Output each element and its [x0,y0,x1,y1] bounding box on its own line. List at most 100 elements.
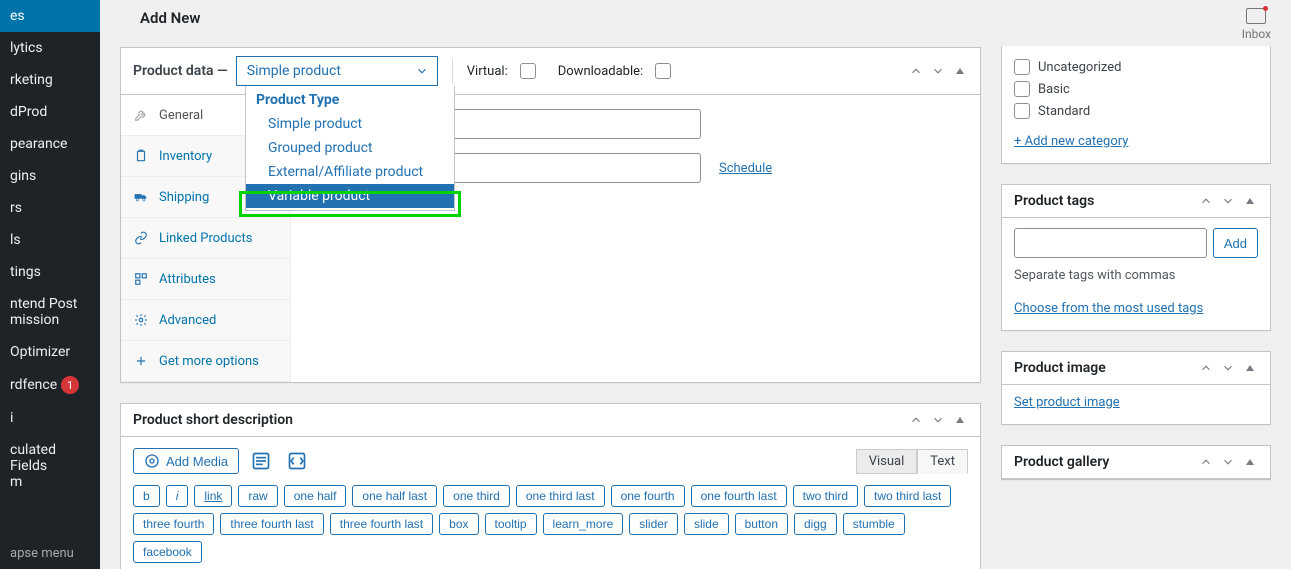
shortcode-icon-button[interactable] [283,447,311,475]
visual-tab[interactable]: Visual [856,449,918,474]
qt-onethird[interactable]: one third [443,485,510,507]
dropdown-option-external[interactable]: External/Affiliate product [246,160,454,184]
toggle-triangle-icon[interactable] [952,412,968,428]
qt-box[interactable]: box [439,513,478,535]
toggle-triangle-icon[interactable] [1242,360,1258,376]
virtual-checkbox[interactable] [520,63,536,79]
dropdown-option-simple[interactable]: Simple product [246,112,454,136]
chevron-down-icon[interactable] [930,63,946,79]
dropdown-option-grouped[interactable]: Grouped product [246,136,454,160]
qt-onethirdlast[interactable]: one third last [516,485,605,507]
product-tags-panel: Product tags Add Separate tags with comm… [1001,184,1271,331]
schedule-link[interactable]: Schedule [719,161,772,176]
inbox-button[interactable]: Inbox [1242,8,1271,41]
qt-tooltip[interactable]: tooltip [485,513,537,535]
set-product-image-link[interactable]: Set product image [1014,395,1120,410]
product-type-select[interactable]: Simple product [236,56,438,86]
sidebar-item[interactable]: i [0,402,100,434]
add-tag-button[interactable]: Add [1213,228,1258,258]
sidebar-item[interactable]: ls [0,224,100,256]
qt-onehalf[interactable]: one half [284,485,347,507]
badge-count: 1 [61,376,79,394]
tab-linked[interactable]: Linked Products [121,218,290,259]
qt-button[interactable]: button [735,513,788,535]
toggle-triangle-icon[interactable] [1242,454,1258,470]
sidebar-item[interactable]: ntend Post mission [0,288,100,336]
qt-threefourth[interactable]: three fourth [133,513,214,535]
product-type-dropdown: Product Type Simple product Grouped prod… [245,86,455,211]
sidebar-item[interactable]: lytics [0,32,100,64]
text-tab[interactable]: Text [917,449,968,474]
downloadable-checkbox[interactable] [655,63,671,79]
short-description-panel: Product short description Add Media [120,403,981,569]
downloadable-label: Downloadable: [558,64,643,79]
qt-onefourthlast[interactable]: one fourth last [691,485,787,507]
product-image-panel: Product image Set product image [1001,351,1271,425]
qt-onehalflast[interactable]: one half last [352,485,437,507]
chevron-down-icon[interactable] [930,412,946,428]
sidebar-item[interactable]: gins [0,160,100,192]
qt-onefourth[interactable]: one fourth [611,485,685,507]
admin-sidebar: es lytics rketing dProd pearance gins rs… [0,0,100,569]
qt-twothird[interactable]: two third [793,485,858,507]
tab-more-options[interactable]: Get more options [121,341,290,382]
qt-digg[interactable]: digg [794,513,837,535]
tab-advanced[interactable]: Advanced [121,300,290,341]
cat-check-basic[interactable] [1014,81,1030,97]
qt-learnmore[interactable]: learn_more [543,513,624,535]
product-data-label: Product data — [133,63,228,79]
collapse-menu[interactable]: apse menu [0,538,100,569]
inbox-label: Inbox [1242,27,1271,41]
qt-threefourthlast[interactable]: three fourth last [220,513,323,535]
sidebar-item[interactable]: rketing [0,64,100,96]
chevron-up-icon[interactable] [908,412,924,428]
dropdown-option-variable[interactable]: Variable product [246,184,454,208]
virtual-label: Virtual: [467,64,508,79]
product-gallery-panel: Product gallery [1001,445,1271,480]
sidebar-item[interactable]: culated Fields m [0,434,100,498]
add-media-button[interactable]: Add Media [133,448,239,474]
chevron-up-icon[interactable] [1198,454,1214,470]
wpforms-icon-button[interactable] [247,447,275,475]
qt-i[interactable]: i [166,485,189,507]
chevron-up-icon[interactable] [1198,193,1214,209]
qt-raw[interactable]: raw [238,485,277,507]
plus-icon [133,353,149,369]
dropdown-group-label: Product Type [246,86,454,112]
clipboard-icon [133,148,149,164]
choose-tags-link[interactable]: Choose from the most used tags [1014,301,1203,316]
sidebar-item[interactable]: dProd [0,96,100,128]
add-new-category-link[interactable]: + Add new category [1014,134,1128,149]
sidebar-item[interactable]: tings [0,256,100,288]
tab-attributes[interactable]: Attributes [121,259,290,300]
sidebar-item[interactable]: rs [0,192,100,224]
sidebar-item[interactable]: es [0,0,100,32]
sidebar-item[interactable]: rdfence1 [0,368,100,402]
sidebar-item[interactable]: Optimizer [0,336,100,368]
qt-link[interactable]: link [194,485,232,507]
sidebar-item[interactable]: pearance [0,128,100,160]
toggle-triangle-icon[interactable] [1242,193,1258,209]
chevron-up-icon[interactable] [1198,360,1214,376]
qt-twothirdlast[interactable]: two third last [864,485,951,507]
qt-slide[interactable]: slide [684,513,729,535]
chevron-down-icon[interactable] [1220,193,1236,209]
main-content: Add New Inbox Product data — Simple prod… [100,0,1291,569]
toggle-triangle-icon[interactable] [952,63,968,79]
gear-icon [133,312,149,328]
chevron-down-icon [415,64,429,78]
attributes-icon [133,271,149,287]
quicktags-row: b i link raw one half one half last one … [133,485,968,507]
qt-facebook[interactable]: facebook [133,541,202,563]
qt-slider[interactable]: slider [629,513,678,535]
cat-check-uncategorized[interactable] [1014,59,1030,75]
qt-threefourthlast2[interactable]: three fourth last [330,513,433,535]
cat-check-standard[interactable] [1014,103,1030,119]
qt-b[interactable]: b [133,485,160,507]
chevron-up-icon[interactable] [908,63,924,79]
link-icon [133,230,149,246]
chevron-down-icon[interactable] [1220,454,1236,470]
tag-input[interactable] [1014,228,1207,258]
qt-stumble[interactable]: stumble [843,513,905,535]
chevron-down-icon[interactable] [1220,360,1236,376]
